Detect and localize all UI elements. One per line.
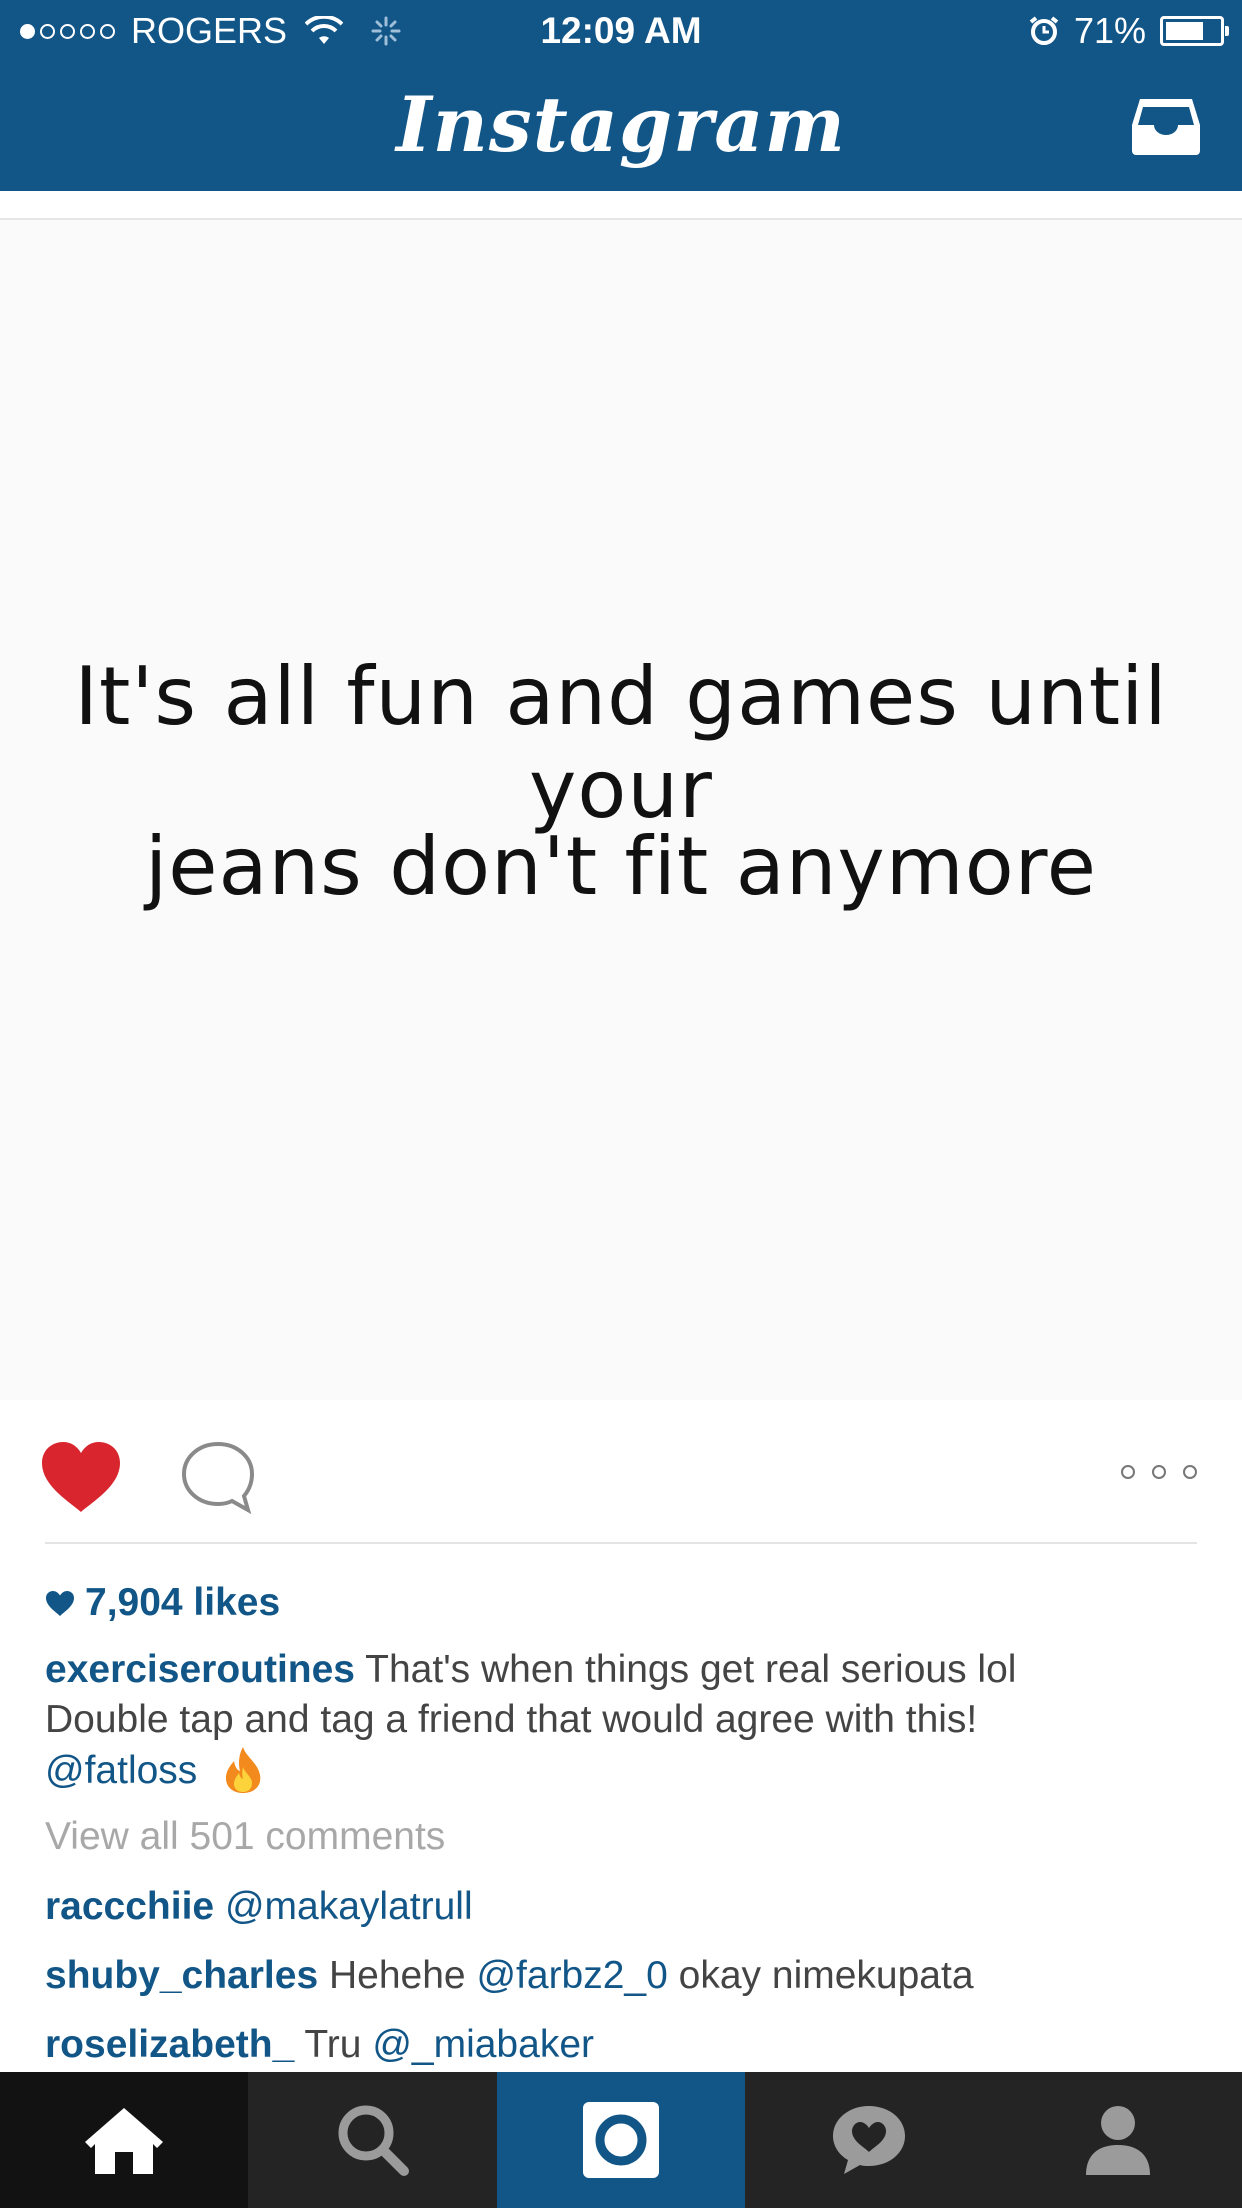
post-image[interactable]: It's all fun and games until your jeans … [0, 220, 1242, 1400]
comment-item: raccchiie @makaylatrull [45, 1885, 1205, 1929]
view-all-comments-link[interactable]: View all 501 comments [45, 1815, 445, 1859]
tab-search[interactable] [248, 2072, 496, 2208]
caption-username[interactable]: exerciseroutines [45, 1648, 355, 1691]
caption-text-1: That's when things get real serious lol [365, 1648, 1017, 1691]
caption-line-3: @fatloss [45, 1745, 1205, 1796]
image-text-line-1: It's all fun and games until your [74, 650, 1168, 836]
comment-mention[interactable]: @_miabaker [372, 2023, 594, 2066]
camera-icon [583, 2102, 660, 2178]
caption-mention[interactable]: @fatloss [45, 1749, 197, 1792]
comment-username[interactable]: shuby_charles [45, 1954, 318, 1997]
home-icon [85, 2108, 164, 2174]
inbox-icon[interactable] [1130, 95, 1202, 157]
status-right: 71% [1028, 8, 1229, 54]
post-caption: exerciseroutines That's when things get … [45, 1645, 1205, 1796]
comment-bubble-icon[interactable] [180, 1440, 256, 1516]
comment-text: okay nimekupata [678, 1954, 974, 1997]
battery-level [1166, 22, 1203, 40]
likes-label: 7,904 likes [85, 1581, 281, 1624]
comment-item: shuby_charles Hehehe @farbz2_0 okay nime… [45, 1954, 1205, 1998]
actions-divider [45, 1542, 1197, 1544]
battery-icon [1160, 16, 1229, 46]
tab-profile[interactable] [994, 2072, 1242, 2208]
battery-percent: 71% [1073, 10, 1146, 51]
more-options-icon[interactable] [1121, 1460, 1197, 1484]
comment-mention[interactable]: @farbz2_0 [476, 1954, 667, 1997]
comment-username[interactable]: raccchiie [45, 1885, 214, 1928]
comment-username[interactable]: roselizabeth_ [45, 2023, 294, 2066]
caption-text-2: Double tap and tag a friend that would a… [45, 1698, 978, 1741]
alarm-icon [1029, 16, 1059, 45]
tab-activity[interactable] [745, 2072, 993, 2208]
search-icon [338, 2105, 409, 2176]
image-text-line-2: jeans don't fit anymore [145, 820, 1097, 913]
tab-camera[interactable] [496, 2072, 746, 2208]
top-bar: ROGERS 12:09 AM 71% Instagram [0, 0, 1242, 191]
activity-heart-bubble-icon [833, 2106, 906, 2174]
comment-text: Hehehe [328, 1954, 466, 1997]
profile-icon [1085, 2106, 1150, 2175]
comment-text: Tru [304, 2023, 362, 2066]
small-heart-icon [46, 1590, 74, 1616]
tab-bar [0, 2072, 1242, 2208]
fire-emoji-icon [226, 1747, 261, 1793]
comment-item: roselizabeth_ Tru @_miabaker [45, 2023, 1205, 2067]
caption-line-1: exerciseroutines That's when things get … [45, 1645, 1205, 1695]
post-actions [0, 1400, 1242, 1545]
status-bar: ROGERS 12:09 AM 71% [0, 0, 1242, 62]
tab-home[interactable] [0, 2072, 249, 2208]
likes-count[interactable]: 7,904 likes [45, 1578, 280, 1628]
app-title: Instagram [396, 80, 846, 169]
comment-mention[interactable]: @makaylatrull [225, 1885, 473, 1928]
like-heart-icon[interactable] [40, 1440, 122, 1516]
